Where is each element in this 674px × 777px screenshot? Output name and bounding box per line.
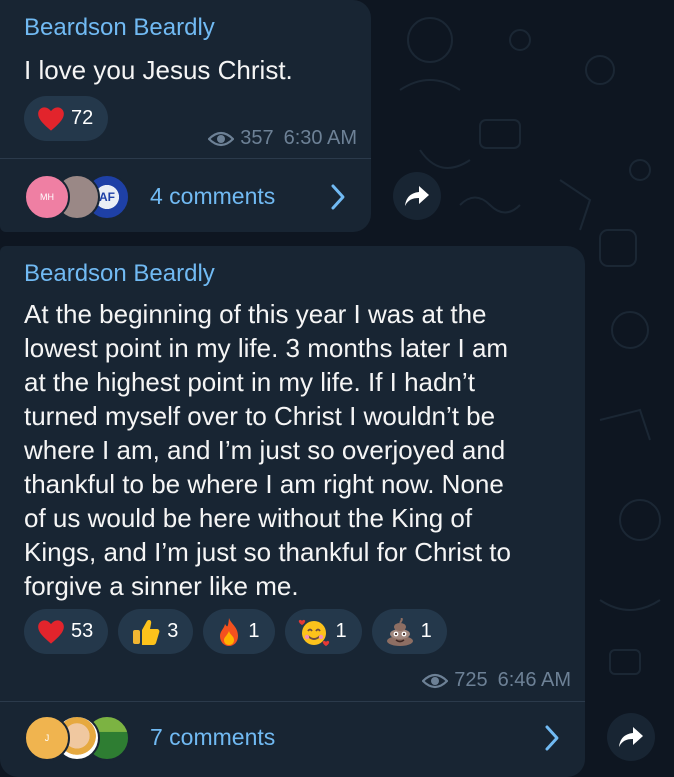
reactions-bar: 72 (24, 96, 109, 141)
eye-icon (422, 673, 449, 688)
pile-of-poo-icon (386, 617, 413, 646)
views: 357 (208, 127, 274, 150)
divider (0, 158, 371, 159)
share-button[interactable] (393, 172, 441, 220)
reactions-bar: 53 3 1 1 1 (24, 609, 447, 654)
red-heart-icon (38, 619, 64, 644)
share-arrow-icon (619, 727, 643, 747)
share-arrow-icon (405, 186, 429, 206)
post-text: I love you Jesus Christ. (24, 55, 293, 85)
channel-post: Beardson Beardly I love you Jesus Christ… (0, 0, 371, 232)
chevron-right-icon[interactable] (329, 183, 347, 211)
views: 725 (422, 669, 488, 692)
post-text: At the beginning of this year I was at t… (24, 299, 511, 601)
channel-post: Beardson Beardly At the beginning of thi… (0, 246, 585, 777)
comments-label: 4 comments (150, 182, 276, 209)
comments-label: 7 comments (150, 723, 276, 750)
reaction-fire[interactable]: 1 (203, 609, 275, 654)
smiling-face-with-hearts-icon (298, 619, 329, 646)
reaction-count: 53 (71, 620, 94, 642)
red-heart-icon (38, 106, 64, 131)
share-button[interactable] (607, 713, 655, 761)
post-meta: 357 6:30 AM (208, 127, 357, 150)
fire-icon (220, 617, 239, 646)
divider (0, 701, 585, 702)
post-time: 6:46 AM (497, 669, 571, 691)
comments-button[interactable]: J 7 comments (24, 715, 276, 761)
view-count: 725 (454, 669, 488, 691)
eye-icon (208, 131, 235, 146)
commenter-avatars: AF MH (24, 174, 134, 220)
reaction-count: 3 (167, 620, 179, 642)
view-count: 357 (240, 127, 274, 149)
reaction-pile-of-poo[interactable]: 1 (371, 609, 447, 654)
commenter-avatars: J (24, 715, 130, 761)
thumbs-up-icon (133, 619, 160, 645)
avatar: J (24, 715, 70, 761)
reaction-heart[interactable]: 53 (24, 609, 109, 654)
reaction-count: 1 (335, 620, 347, 642)
post-author[interactable]: Beardson Beardly (24, 14, 215, 42)
post-meta: 725 6:46 AM (422, 669, 571, 692)
reaction-count: 1 (248, 620, 260, 642)
chevron-right-icon[interactable] (543, 724, 561, 752)
reaction-smiling-face-with-hearts[interactable]: 1 (284, 609, 362, 654)
reaction-count: 1 (420, 620, 432, 642)
reaction-heart[interactable]: 72 (24, 96, 109, 141)
reaction-count: 72 (71, 107, 94, 129)
comments-button[interactable]: AF MH 4 comments (24, 174, 276, 220)
post-time: 6:30 AM (283, 127, 357, 149)
avatar: MH (24, 174, 70, 220)
post-author[interactable]: Beardson Beardly (24, 260, 215, 288)
reaction-thumbs-up[interactable]: 3 (118, 609, 194, 654)
